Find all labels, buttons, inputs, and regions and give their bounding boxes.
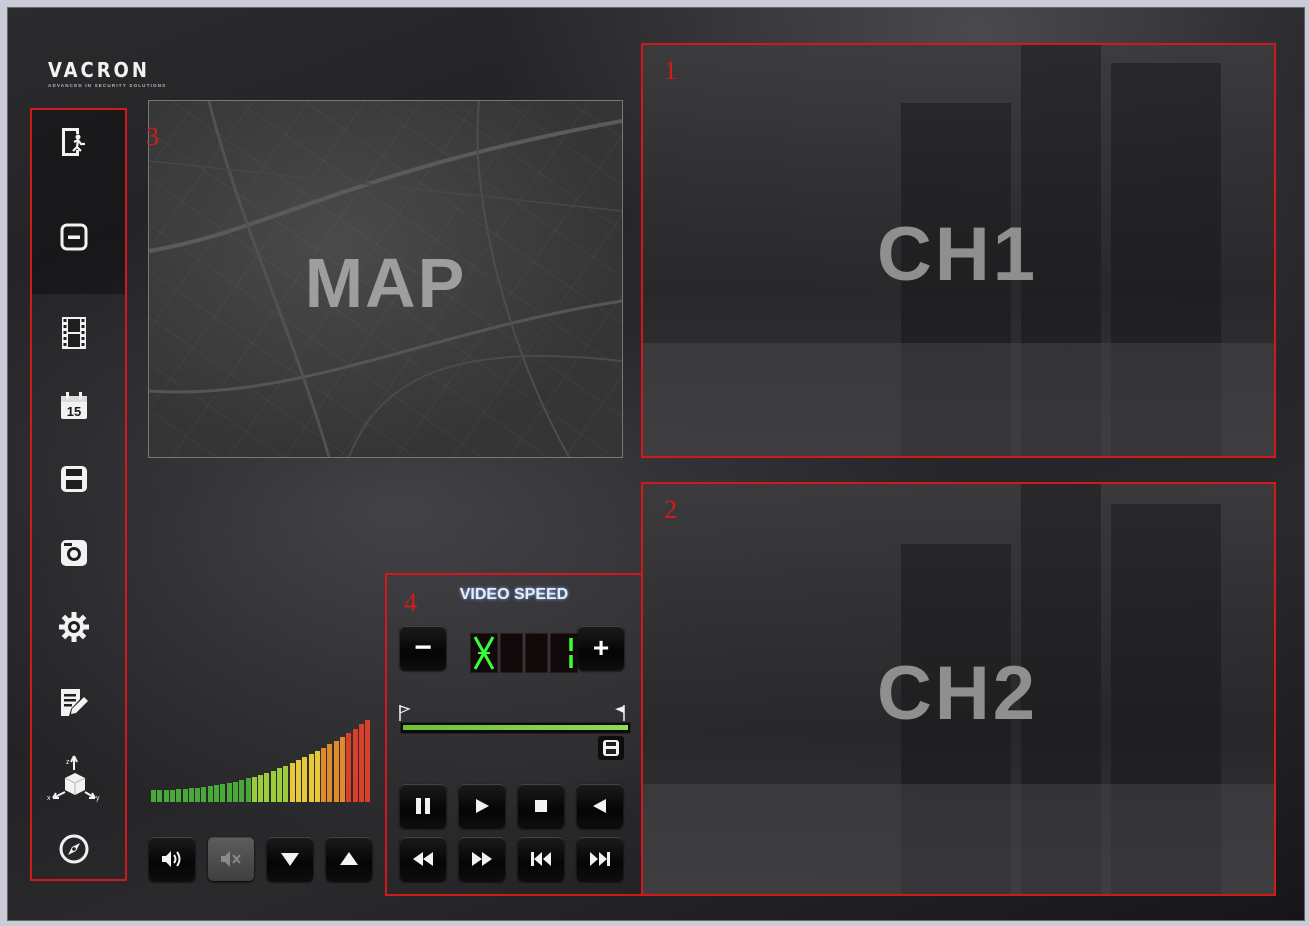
- volume-meter-bar: [270, 770, 276, 802]
- volume-down-button[interactable]: [267, 837, 313, 881]
- volume-icon: [162, 851, 181, 867]
- volume-up-icon: [340, 852, 358, 865]
- annotation-box-2: [641, 482, 1276, 896]
- volume-meter-bar: [201, 787, 207, 802]
- volume-down-icon: [281, 853, 299, 866]
- volume-meter-bar: [352, 728, 358, 802]
- volume-meter-bar: [151, 790, 156, 802]
- logo-tagline: ADVANCED IN SECURITY SOLUTIONS: [48, 83, 167, 88]
- volume-meter-bar: [226, 782, 232, 802]
- app-window: VACRON ADVANCED IN SECURITY SOLUTIONS 15…: [7, 7, 1305, 921]
- volume-meter-bar: [308, 754, 314, 802]
- volume-meter-bar: [239, 780, 245, 802]
- annotation-label-4: 4: [404, 588, 417, 617]
- annotation-box-1: [641, 43, 1276, 458]
- volume-meter-bar: [283, 765, 289, 802]
- volume-meter-bar: [365, 720, 371, 802]
- logo-brand: VACRON: [48, 58, 150, 82]
- volume-meter-bar: [182, 788, 188, 802]
- volume-button[interactable]: [149, 837, 195, 881]
- annotation-label-1: 1: [664, 56, 677, 85]
- volume-up-button[interactable]: [326, 837, 372, 881]
- volume-meter-bar: [232, 781, 238, 802]
- volume-meter-bar: [346, 732, 352, 802]
- volume-meter-bar: [251, 776, 257, 802]
- annotation-label-3: 3: [146, 122, 159, 151]
- volume-meter-bar: [176, 789, 182, 802]
- volume-meter-bar: [220, 784, 226, 802]
- logo: VACRON ADVANCED IN SECURITY SOLUTIONS: [48, 58, 166, 88]
- volume-meter-bar: [302, 757, 308, 802]
- volume-meter-bar: [163, 789, 169, 802]
- volume-meter-bar: [295, 760, 301, 802]
- mute-button[interactable]: [208, 837, 254, 881]
- volume-meter-bar: [157, 789, 163, 802]
- volume-meter-bar: [277, 768, 282, 802]
- volume-meter-bar: [289, 763, 295, 802]
- annotation-box-4: [385, 573, 643, 896]
- volume-meter-bar: [195, 787, 201, 802]
- annotation-label-2: 2: [664, 495, 677, 524]
- volume-meter-bar: [258, 774, 264, 802]
- volume-meter-bar: [314, 751, 320, 802]
- volume-meter-bar: [169, 789, 175, 802]
- map-label: MAP: [304, 244, 467, 322]
- volume-meter-bar: [214, 785, 219, 802]
- map-panel[interactable]: MAP: [148, 100, 623, 458]
- volume-meter-bar: [321, 747, 327, 802]
- volume-meter-bar: [358, 724, 364, 802]
- volume-meter-bar: [188, 788, 194, 802]
- mute-icon: [221, 851, 241, 867]
- annotation-box-3: [30, 108, 127, 881]
- volume-meter-bar: [333, 740, 339, 802]
- volume-meter-bar: [327, 744, 333, 802]
- volume-meter-bar: [264, 772, 270, 802]
- volume-meter-bar: [207, 786, 213, 802]
- volume-meter-bar: [245, 778, 251, 802]
- volume-meter-bar: [340, 736, 345, 802]
